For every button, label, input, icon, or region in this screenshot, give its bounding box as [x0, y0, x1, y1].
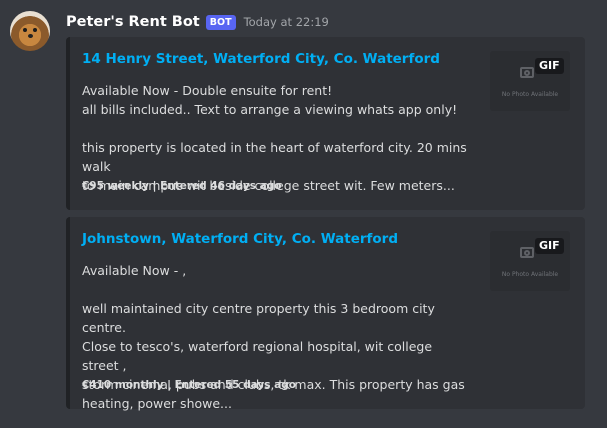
desc-line: all bills included.. Text to arrange a v…: [82, 102, 458, 117]
timestamp[interactable]: Today at 22:19: [244, 15, 329, 29]
desc-line: Close to tesco's, waterford regional hos…: [82, 339, 433, 373]
desc-line: [82, 280, 472, 299]
message-header: Peter's Rent Bot BOT Today at 22:19: [66, 11, 329, 33]
embed-thumbnail[interactable]: GIF No Photo Available: [490, 51, 570, 111]
desc-line: Available Now - Double ensuite for rent!: [82, 83, 333, 98]
no-photo-label: No Photo Available: [501, 271, 559, 278]
embed-title-link[interactable]: 14 Henry Street, Waterford City, Co. Wat…: [82, 51, 440, 67]
desc-line: [82, 119, 472, 138]
gif-badge: GIF: [535, 238, 564, 254]
bot-avatar[interactable]: [10, 11, 50, 51]
embed-footer: €95 weekly | Entered 46 days ago: [82, 180, 282, 192]
desc-line: this property is located in the heart of…: [82, 140, 467, 174]
desc-line: well maintained city centre property thi…: [82, 301, 435, 335]
embed-description: Available Now - Double ensuite for rent!…: [82, 81, 472, 195]
embed-thumbnail[interactable]: GIF No Photo Available: [490, 231, 570, 291]
avatar-nose-icon: [28, 34, 33, 38]
username[interactable]: Peter's Rent Bot: [66, 14, 200, 30]
desc-line: Available Now - ,: [82, 263, 187, 278]
bot-tag: BOT: [205, 14, 236, 30]
avatar-eye-icon: [23, 28, 27, 32]
desc-line: heating, power showe...: [82, 396, 232, 411]
listing-embed: 14 Henry Street, Waterford City, Co. Wat…: [66, 37, 585, 210]
gif-badge: GIF: [535, 58, 564, 74]
camera-icon: [520, 247, 534, 258]
no-photo-label: No Photo Available: [501, 91, 559, 98]
embed-footer: €410 monthly | Entered 55 days ago: [82, 379, 296, 391]
avatar-eye-icon: [33, 28, 37, 32]
embed-title-link[interactable]: Johnstown, Waterford City, Co. Waterford: [82, 231, 398, 247]
camera-icon: [520, 67, 534, 78]
listing-embed: Johnstown, Waterford City, Co. Waterford…: [66, 217, 585, 411]
